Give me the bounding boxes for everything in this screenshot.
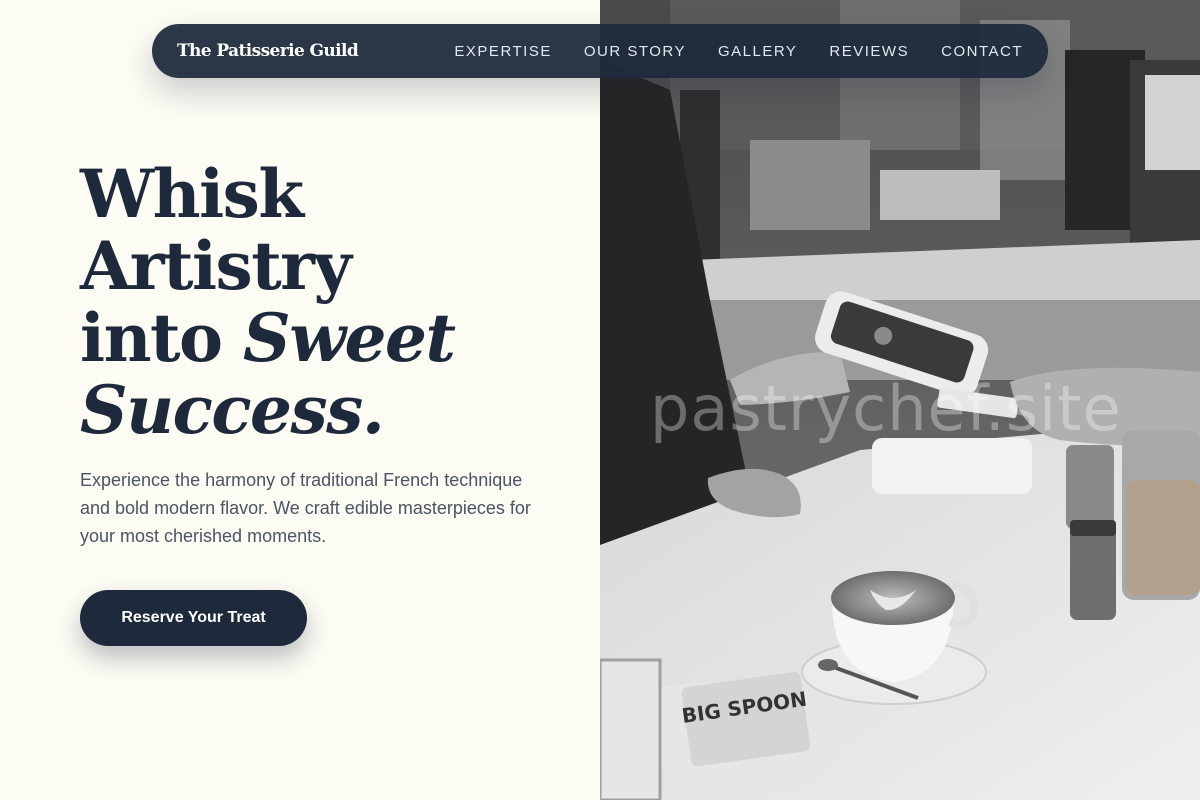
nav-link-contact[interactable]: CONTACT	[941, 43, 1023, 60]
nav-link-reviews[interactable]: REVIEWS	[829, 43, 909, 60]
hero-subtitle: Experience the harmony of traditional Fr…	[80, 470, 531, 546]
headline-plain-text: into	[80, 299, 244, 377]
headline-italic-sweet: Sweet	[243, 299, 456, 377]
nav-links: EXPERTISE OUR STORY GALLERY REVIEWS CONT…	[454, 24, 1023, 78]
nav-link-expertise[interactable]: EXPERTISE	[454, 43, 551, 60]
top-navbar: The Patisserie Guild EXPERTISE OUR STORY…	[152, 24, 1048, 78]
hero-image: BIG SPOON pastrychef.site	[600, 0, 1200, 800]
watermark-text: pastrychef.site	[650, 372, 1122, 445]
headline-line-4: Success.	[80, 374, 580, 446]
headline-italic-success: Success.	[80, 371, 385, 449]
nav-link-our-story[interactable]: OUR STORY	[584, 43, 686, 60]
headline-line-2: Artistry	[80, 227, 352, 305]
headline-line-1: Whisk	[80, 155, 304, 233]
headline-line-3: into Sweet	[80, 302, 580, 374]
reserve-treat-button[interactable]: Reserve Your Treat	[80, 590, 307, 646]
hero-headline: Whisk Artistry into Sweet Success.	[80, 158, 580, 446]
nav-link-gallery[interactable]: GALLERY	[718, 43, 797, 60]
brand-logo[interactable]: The Patisserie Guild	[177, 41, 359, 61]
